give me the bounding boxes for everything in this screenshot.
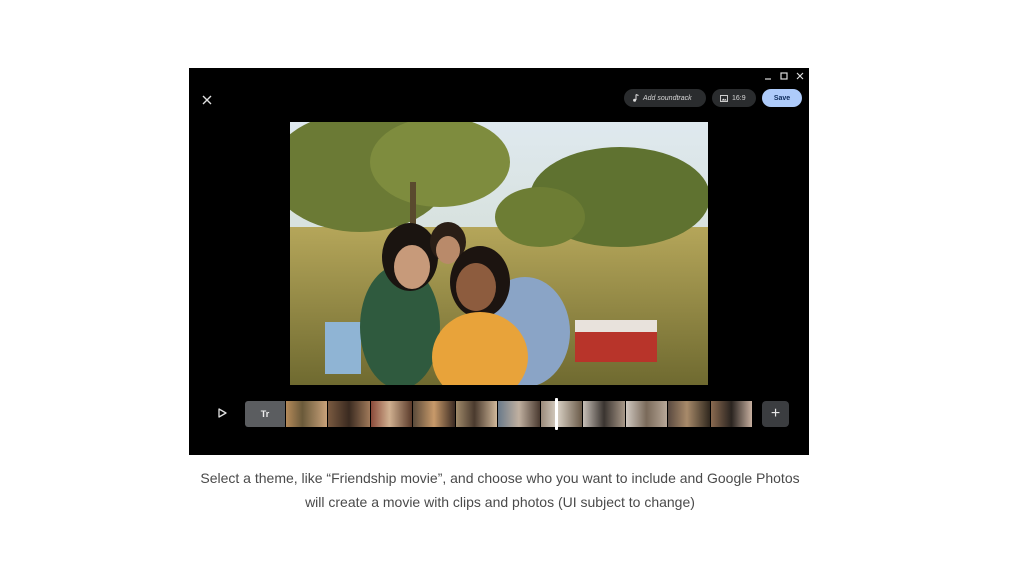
close-icon[interactable] xyxy=(795,71,805,81)
aspect-ratio-label: 16:9 xyxy=(732,94,746,102)
play-icon xyxy=(218,408,227,418)
caption-line-2: will create a movie with clips and photo… xyxy=(305,494,695,510)
aspect-ratio-button[interactable]: 16:9 xyxy=(712,89,756,107)
minimize-icon[interactable] xyxy=(763,71,773,81)
timeline: Tr + xyxy=(189,396,809,430)
close-editor-button[interactable] xyxy=(201,93,213,105)
save-label: Save xyxy=(773,94,791,102)
clip-thumbnail[interactable] xyxy=(498,401,540,427)
add-soundtrack-button[interactable]: Add soundtrack xyxy=(624,89,706,107)
caption: Select a theme, like “Friendship movie”,… xyxy=(0,466,1000,514)
image-icon xyxy=(720,94,728,102)
maximize-icon[interactable] xyxy=(779,71,789,81)
add-icon: + xyxy=(770,405,781,422)
clip-thumbnail[interactable] xyxy=(413,401,455,427)
clip-thumbnail[interactable] xyxy=(455,401,498,427)
close-icon xyxy=(202,95,212,105)
preview-photo xyxy=(290,122,708,385)
music-note-icon xyxy=(633,94,639,102)
clip-thumbnail[interactable] xyxy=(286,401,328,427)
clip-strip[interactable] xyxy=(286,401,753,427)
clip-thumbnail[interactable] xyxy=(328,401,370,427)
text-clip-label: Tr xyxy=(260,409,270,419)
clip-thumbnail[interactable] xyxy=(710,401,752,427)
clip-thumbnail[interactable] xyxy=(583,401,625,427)
save-button[interactable]: Save xyxy=(762,89,802,107)
text-clip[interactable]: Tr xyxy=(245,401,285,427)
clip-thumbnail[interactable] xyxy=(540,401,583,427)
window-controls xyxy=(763,71,805,81)
editor-toolbar: Add soundtrack 16:9 Save xyxy=(624,89,802,107)
add-soundtrack-label: Add soundtrack xyxy=(643,94,692,102)
movie-editor-window: Add soundtrack 16:9 Save Tr + xyxy=(189,68,809,455)
playhead[interactable] xyxy=(555,398,558,430)
clip-thumbnail[interactable] xyxy=(668,401,710,427)
add-clip-button[interactable]: + xyxy=(762,401,789,427)
play-button[interactable] xyxy=(215,406,229,420)
caption-line-1: Select a theme, like “Friendship movie”,… xyxy=(200,470,800,486)
clip-thumbnail[interactable] xyxy=(625,401,668,427)
clip-thumbnail[interactable] xyxy=(370,401,413,427)
